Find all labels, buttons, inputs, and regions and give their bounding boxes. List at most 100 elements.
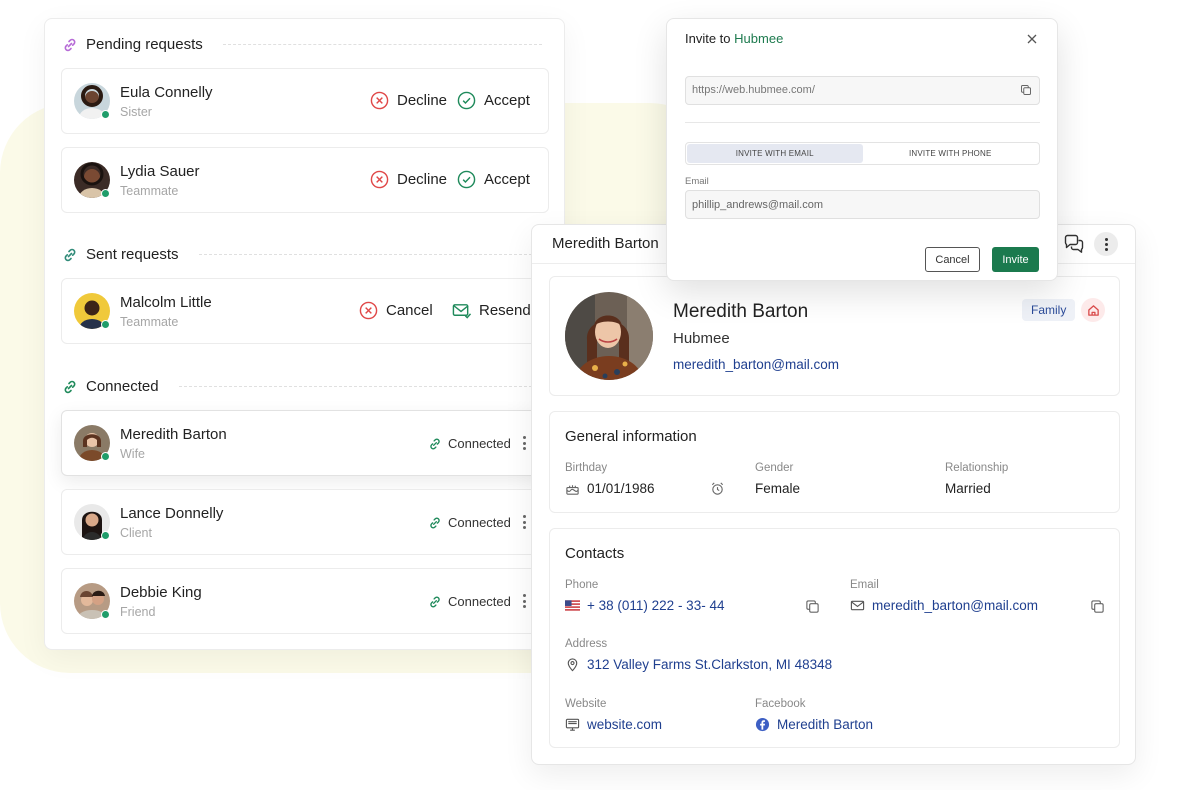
decline-icon	[370, 170, 389, 189]
email-value[interactable]: meredith_barton@mail.com	[850, 598, 1038, 613]
location-pin-icon	[567, 658, 578, 672]
decline-button[interactable]: Decline	[370, 170, 447, 189]
chat-icon[interactable]	[1063, 233, 1085, 255]
phone-value[interactable]: + 38 (011) 222 - 33- 44	[565, 598, 724, 613]
list-item[interactable]: Lydia Sauer Teammate Decline Accept	[61, 147, 549, 213]
cake-icon	[566, 485, 579, 495]
field-label: Phone	[565, 579, 599, 591]
list-item-selected[interactable]: Meredith Barton Wife Connected	[61, 410, 549, 476]
link-icon	[430, 438, 440, 449]
contact-details-panel: Meredith Barton Meredith Barton Hubmee m…	[531, 224, 1136, 765]
contact-role: Teammate	[120, 184, 179, 198]
pending-requests-header: Pending requests	[62, 36, 542, 53]
copy-icon[interactable]	[1020, 84, 1032, 96]
panel-title: Meredith Barton	[552, 235, 659, 252]
link-icon	[64, 38, 76, 51]
cancel-button[interactable]: Cancel	[925, 247, 980, 272]
tab-invite-email[interactable]: INVITE WITH EMAIL	[687, 144, 863, 163]
field-label: Gender	[755, 462, 794, 474]
field-label: Website	[565, 698, 607, 710]
link-icon	[64, 380, 76, 393]
accept-icon	[457, 91, 476, 110]
section-title: Connected	[86, 378, 159, 395]
resend-mail-icon	[452, 304, 471, 319]
accept-button[interactable]: Accept	[457, 170, 530, 189]
mail-icon	[850, 600, 865, 611]
divider	[178, 386, 542, 387]
home-button[interactable]	[1081, 298, 1105, 322]
field-label: Email	[850, 579, 879, 591]
contact-role: Sister	[120, 105, 152, 119]
monitor-icon	[565, 718, 580, 731]
contact-name: Debbie King	[120, 584, 202, 601]
more-options-icon[interactable]	[521, 513, 527, 531]
more-options-icon[interactable]	[521, 434, 527, 452]
more-options-button[interactable]	[1094, 232, 1118, 256]
divider	[222, 44, 542, 45]
cancel-icon	[359, 301, 378, 320]
contact-name: Lance Donnelly	[120, 505, 224, 522]
birthday-value: 01/01/1986	[565, 481, 655, 496]
tab-invite-phone[interactable]: INVITE WITH PHONE	[863, 144, 1039, 163]
connected-header: Connected	[62, 378, 542, 395]
relationship-badge: Family	[1022, 299, 1076, 321]
home-icon	[1087, 304, 1099, 316]
relationship-value: Married	[945, 481, 991, 496]
divider	[685, 122, 1040, 123]
brand-name: Hubmee	[734, 31, 784, 46]
accept-button[interactable]: Accept	[457, 91, 530, 110]
accept-icon	[457, 170, 476, 189]
contact-name: Malcolm Little	[120, 294, 212, 311]
cancel-request-button[interactable]: Cancel	[359, 301, 433, 320]
copy-icon[interactable]	[1090, 599, 1105, 614]
profile-email-link[interactable]: meredith_barton@mail.com	[673, 357, 839, 372]
connected-status: Connected	[428, 436, 511, 451]
contact-role: Teammate	[120, 315, 179, 329]
requests-panel: Pending requests Eula Connelly Sister De…	[44, 18, 565, 650]
profile-name: Meredith Barton	[673, 301, 809, 322]
profile-card: Meredith Barton Hubmee meredith_barton@m…	[549, 276, 1120, 396]
section-title: Pending requests	[86, 36, 203, 53]
section-title: Sent requests	[86, 246, 179, 263]
profile-photo	[565, 292, 653, 380]
field-label: Birthday	[565, 462, 608, 474]
decline-icon	[370, 91, 389, 110]
online-indicator	[101, 189, 110, 198]
list-item[interactable]: Malcolm Little Teammate Cancel Resend	[61, 278, 549, 344]
address-value[interactable]: 312 Valley Farms St.Clarkston, MI 48348	[565, 657, 832, 672]
invite-link-field[interactable]: https://web.hubmee.com/	[685, 76, 1040, 105]
close-icon[interactable]	[1026, 33, 1038, 45]
email-field-label: Email	[685, 176, 709, 187]
online-indicator	[101, 110, 110, 119]
list-item[interactable]: Lance Donnelly Client Connected	[61, 489, 549, 555]
online-indicator	[101, 452, 110, 461]
website-value[interactable]: website.com	[565, 717, 662, 732]
connected-status: Connected	[428, 594, 511, 609]
online-indicator	[101, 610, 110, 619]
divider	[198, 254, 542, 255]
more-options-icon[interactable]	[521, 592, 527, 610]
list-item[interactable]: Debbie King Friend Connected	[61, 568, 549, 634]
invite-modal: Invite to Hubmee https://web.hubmee.com/…	[666, 18, 1058, 281]
contacts-card: Contacts Phone + 38 (011) 222 - 33- 44 E…	[549, 528, 1120, 748]
email-field[interactable]: phillip_andrews@mail.com	[685, 190, 1040, 219]
alarm-clock-icon[interactable]	[710, 481, 725, 496]
field-label: Relationship	[945, 462, 1009, 474]
field-label: Facebook	[755, 698, 806, 710]
card-title: Contacts	[565, 545, 625, 562]
list-item[interactable]: Eula Connelly Sister Decline Accept	[61, 68, 549, 134]
decline-button[interactable]: Decline	[370, 91, 447, 110]
modal-title: Invite to Hubmee	[685, 31, 784, 46]
contact-role: Wife	[120, 447, 145, 461]
online-indicator	[101, 531, 110, 540]
resend-button[interactable]: Resend	[452, 301, 531, 320]
link-icon	[430, 517, 440, 528]
online-indicator	[101, 320, 110, 329]
contact-role: Friend	[120, 605, 156, 619]
facebook-value[interactable]: Meredith Barton	[755, 717, 873, 732]
copy-icon[interactable]	[805, 599, 820, 614]
general-info-card: General information Birthday 01/01/1986 …	[549, 411, 1120, 513]
invite-button[interactable]: Invite	[992, 247, 1039, 272]
sent-requests-header: Sent requests	[62, 246, 542, 263]
gender-value: Female	[755, 481, 801, 496]
